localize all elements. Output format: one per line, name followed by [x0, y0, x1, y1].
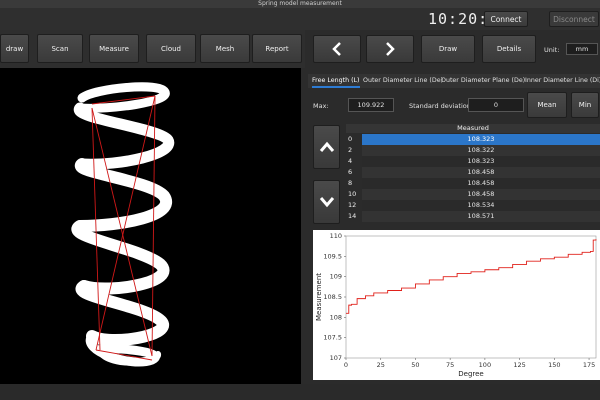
- min-button[interactable]: Min: [571, 92, 599, 118]
- plot-area: [345, 235, 597, 359]
- row-value: 108.322: [362, 145, 600, 156]
- table-row[interactable]: 8 108.458: [346, 178, 600, 189]
- chevron-up-icon: [319, 141, 334, 152]
- y-tick-label: 107: [330, 354, 342, 362]
- row-index: 2: [348, 146, 353, 154]
- chevron-right-icon: [386, 42, 395, 56]
- scroll-down-button[interactable]: [313, 180, 340, 224]
- table-row[interactable]: 12 108.534: [346, 200, 600, 211]
- measurement-chart: 107 107.5 108 108.5 109 109.5 110 0 25 50 75 100 125…: [313, 230, 600, 380]
- x-tick-label: 175: [583, 361, 595, 369]
- mesh-button[interactable]: Mesh: [200, 34, 250, 63]
- x-tick-label: 50: [411, 361, 419, 369]
- max-value: 109.922: [348, 98, 394, 112]
- table-row[interactable]: 10 108.458: [346, 189, 600, 200]
- row-index: 4: [348, 157, 353, 165]
- next-button[interactable]: [366, 35, 414, 63]
- report-button[interactable]: Report: [252, 34, 302, 63]
- prev-button[interactable]: [313, 35, 361, 63]
- row-value: 108.323: [362, 134, 600, 145]
- line-chart: 107 107.5 108 108.5 109 109.5 110 0 25 50 75 100 125…: [315, 232, 597, 378]
- row-value: 108.534: [362, 200, 600, 211]
- toolbar: draw Scan Measure Cloud Mesh Report: [0, 30, 305, 68]
- 3d-viewport[interactable]: [0, 68, 301, 384]
- row-value: 108.458: [362, 189, 600, 200]
- x-tick-label: 125: [513, 361, 525, 369]
- x-tick-label: 0: [344, 361, 348, 369]
- x-tick-label: 150: [548, 361, 560, 369]
- draw-action-button[interactable]: Draw: [421, 35, 475, 63]
- table-row[interactable]: 6 108.458: [346, 167, 600, 178]
- y-tick-label: 108.5: [323, 293, 342, 301]
- measurement-tabs: Free Length (L) Outer Diameter Line (De)…: [308, 74, 600, 88]
- table-row[interactable]: 2 108.322: [346, 145, 600, 156]
- measurement-table: Measured 0 108.323 2 108.322 4 108.323 6 108.45…: [346, 124, 600, 224]
- connect-button[interactable]: Connect: [484, 11, 528, 27]
- y-tick-label: 107.5: [323, 334, 342, 342]
- details-button[interactable]: Details: [482, 35, 536, 63]
- y-tick-label: 109.5: [323, 252, 342, 260]
- mean-button[interactable]: Mean: [527, 92, 567, 118]
- row-index: 0: [348, 135, 353, 143]
- std-value: 0: [468, 98, 524, 112]
- window-title: Spring model measurement: [0, 0, 600, 8]
- series-line: [346, 239, 597, 314]
- std-label: Standard deviation:: [409, 102, 474, 110]
- max-label: Max:: [313, 102, 329, 110]
- scan-button[interactable]: Scan: [37, 34, 83, 63]
- row-value: 108.458: [362, 178, 600, 189]
- row-value: 108.458: [362, 167, 600, 178]
- tab-free-length[interactable]: Free Length (L): [312, 74, 360, 88]
- row-index: 8: [348, 179, 353, 187]
- draw-button[interactable]: draw: [0, 34, 29, 63]
- x-tick-label: 25: [377, 361, 385, 369]
- y-axis-label: Measurement: [315, 273, 323, 321]
- spring-coil: [71, 220, 170, 295]
- row-value: 108.323: [362, 156, 600, 167]
- table-row[interactable]: 0 108.323: [346, 134, 600, 145]
- row-index: 10: [348, 190, 357, 198]
- table-header: Measured: [346, 124, 600, 133]
- row-index: 14: [348, 212, 357, 220]
- top-bar: 10:20:12 Connect Disconnect: [0, 8, 600, 30]
- cloud-button[interactable]: Cloud: [146, 34, 196, 63]
- row-value: 108.571: [362, 211, 600, 222]
- table-row[interactable]: 14 108.571: [346, 211, 600, 222]
- scroll-up-button[interactable]: [313, 125, 340, 169]
- y-tick-label: 110: [330, 232, 342, 240]
- tab-outer-diameter-plane[interactable]: Outer Diameter Plane (De): [441, 74, 525, 88]
- chevron-left-icon: [332, 42, 341, 56]
- unit-select[interactable]: mm: [566, 43, 598, 55]
- x-tick-label: 75: [446, 361, 454, 369]
- table-row[interactable]: 4 108.323: [346, 156, 600, 167]
- spring-point-cloud: [71, 82, 175, 367]
- tab-inner-diameter-line[interactable]: Inner Diameter Line (Di): [525, 74, 600, 88]
- chevron-down-icon: [319, 197, 334, 208]
- row-index: 6: [348, 168, 353, 176]
- x-tick-label: 100: [479, 361, 491, 369]
- unit-label: Unit:: [544, 46, 560, 54]
- y-tick-label: 108: [330, 313, 342, 321]
- tab-outer-diameter-line[interactable]: Outer Diameter Line (De): [363, 74, 443, 88]
- disconnect-button[interactable]: Disconnect: [549, 11, 599, 27]
- y-tick-label: 109: [330, 273, 342, 281]
- status-bar: [0, 384, 600, 400]
- measure-button[interactable]: Measure: [89, 34, 139, 63]
- fit-line: [91, 107, 153, 357]
- x-axis-label: Degree: [458, 370, 483, 378]
- row-index: 12: [348, 201, 357, 209]
